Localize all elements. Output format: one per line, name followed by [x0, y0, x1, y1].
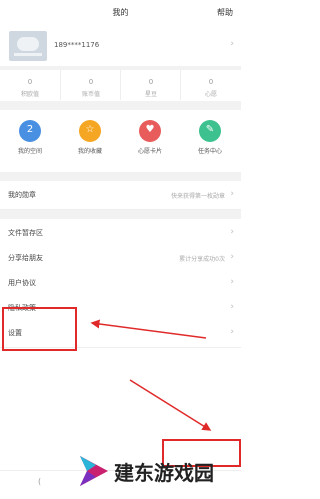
- annotation-arrow: [90, 319, 207, 339]
- watermark-text: 建东游戏园: [114, 461, 214, 485]
- play-logo-icon: [80, 456, 108, 486]
- annotation-arrow: [129, 379, 212, 431]
- annotation-arrows: [90, 319, 212, 431]
- watermark: 建东游戏园: [40, 445, 241, 498]
